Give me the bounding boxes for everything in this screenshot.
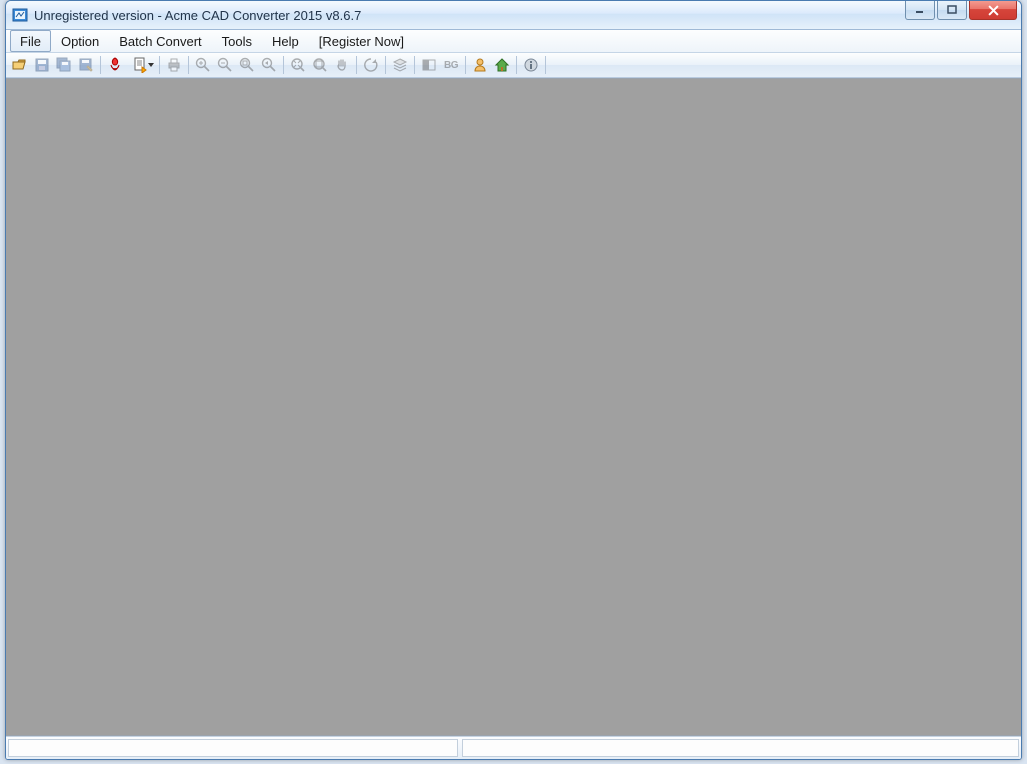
toolbar-separator	[516, 56, 517, 74]
title-bar[interactable]: Unregistered version - Acme CAD Converte…	[6, 1, 1021, 30]
toolbar-separator	[356, 56, 357, 74]
open-icon[interactable]	[9, 54, 31, 76]
register-icon[interactable]	[469, 54, 491, 76]
status-pane-left	[8, 739, 458, 757]
status-bar	[6, 736, 1021, 759]
home-icon[interactable]	[491, 54, 513, 76]
window-title: Unregistered version - Acme CAD Converte…	[34, 8, 903, 23]
menu-bar: FileOptionBatch ConvertToolsHelp[Registe…	[6, 30, 1021, 53]
menu-item-batchconvert[interactable]: Batch Convert	[109, 30, 211, 52]
menu-item-option[interactable]: Option	[51, 30, 109, 52]
toolbar-separator	[414, 56, 415, 74]
toolbar-separator	[465, 56, 466, 74]
canvas-area[interactable]	[6, 78, 1021, 736]
window-controls	[903, 1, 1021, 29]
pdf-icon[interactable]	[104, 54, 126, 76]
toolbar-separator	[159, 56, 160, 74]
zoom-out-icon[interactable]	[214, 54, 236, 76]
zoom-in-icon[interactable]	[192, 54, 214, 76]
menu-item-help[interactable]: Help	[262, 30, 309, 52]
bg-label: BG	[444, 60, 458, 71]
about-icon[interactable]	[520, 54, 542, 76]
convert-icon[interactable]	[126, 54, 156, 76]
menu-item-file[interactable]: File	[10, 30, 51, 52]
regen-icon[interactable]	[360, 54, 382, 76]
save-icon[interactable]	[31, 54, 53, 76]
print-icon[interactable]	[163, 54, 185, 76]
layers-icon[interactable]	[389, 54, 411, 76]
app-window: Unregistered version - Acme CAD Converte…	[5, 0, 1022, 760]
toolbar-separator	[283, 56, 284, 74]
toolbar-separator	[188, 56, 189, 74]
app-icon	[12, 7, 28, 23]
menu-item-tools[interactable]: Tools	[212, 30, 262, 52]
toolbar-separator	[545, 56, 546, 74]
pan-icon[interactable]	[331, 54, 353, 76]
zoom-window-icon[interactable]	[236, 54, 258, 76]
status-pane-right	[462, 739, 1019, 757]
save-as-icon[interactable]	[75, 54, 97, 76]
toolbar-separator	[100, 56, 101, 74]
menu-item-registernow[interactable]: [Register Now]	[309, 30, 414, 52]
zoom-ext-icon[interactable]	[287, 54, 309, 76]
zoom-prev-icon[interactable]	[258, 54, 280, 76]
toolbar-separator	[385, 56, 386, 74]
bg-icon[interactable]: BG	[440, 54, 462, 76]
maximize-button[interactable]	[937, 1, 967, 20]
save-all-icon[interactable]	[53, 54, 75, 76]
minimize-button[interactable]	[905, 1, 935, 20]
toolbar: BG	[6, 53, 1021, 78]
zoom-all-icon[interactable]	[309, 54, 331, 76]
close-button[interactable]	[969, 1, 1017, 20]
bw-icon[interactable]	[418, 54, 440, 76]
